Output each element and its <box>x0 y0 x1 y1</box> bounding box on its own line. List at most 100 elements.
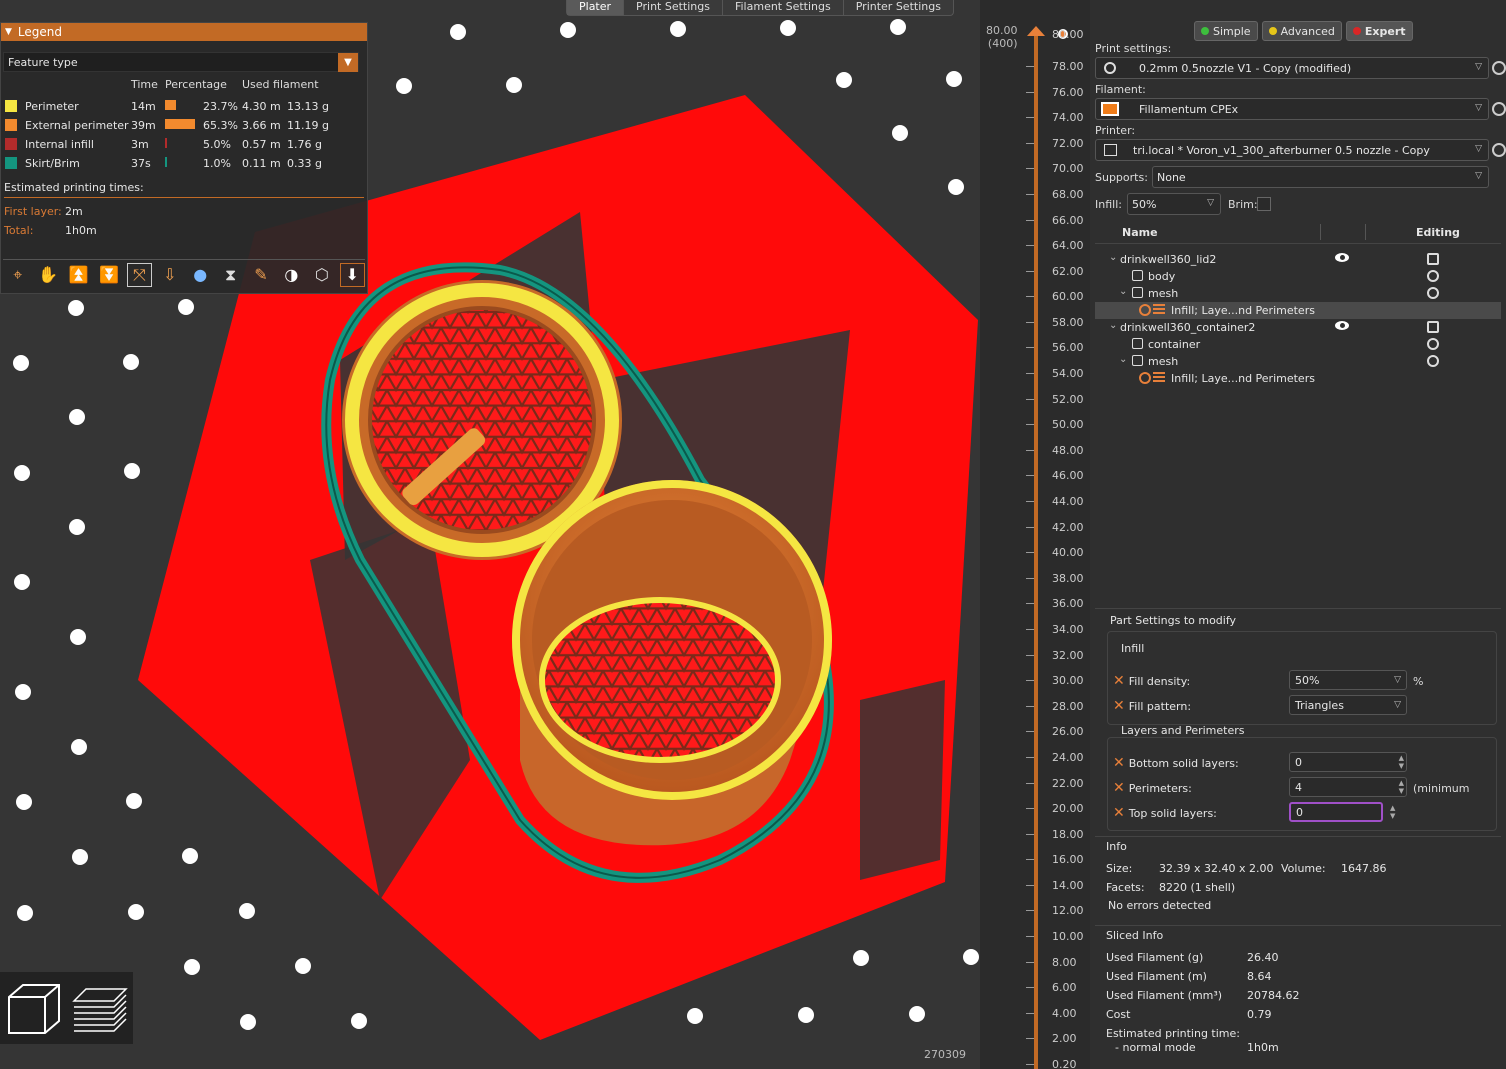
slider-tick <box>1026 193 1034 195</box>
spin-arrows-icon[interactable]: ▲ ▼ <box>1390 804 1395 820</box>
slider-tick-label: 14.00 <box>1052 878 1084 892</box>
spin-arrows-icon[interactable]: ▲ ▼ <box>1399 779 1404 795</box>
slider-tick-label: 2.00 <box>1052 1032 1077 1046</box>
chevron-down-icon[interactable]: ⌄ <box>1119 354 1127 365</box>
preview-layers-button[interactable] <box>69 976 130 1040</box>
tool-changes-icon[interactable]: ⇩ <box>157 263 182 287</box>
settings-row[interactable]: Infill; Laye...nd Perimeters <box>1095 370 1501 387</box>
print-settings-combo[interactable]: 0.2mm 0.5nozzle V1 - Copy (modified) ▽ <box>1095 57 1489 79</box>
tab-filament-settings[interactable]: Filament Settings <box>723 0 844 15</box>
filament-combo[interactable]: Fillamentum CPEx ▽ <box>1095 98 1489 120</box>
seams-icon[interactable]: ⤧ <box>126 262 153 287</box>
top-solid-input[interactable]: 0 <box>1289 802 1383 822</box>
chevron-down-icon[interactable]: ⌄ <box>1119 286 1127 297</box>
part-row-mesh[interactable]: ⌄ mesh <box>1095 353 1501 370</box>
legend-divider <box>4 197 364 198</box>
custom-gcode-icon[interactable]: ✎ <box>248 263 273 287</box>
layers-group-title: Layers and Perimeters <box>1121 724 1245 737</box>
slider-tick <box>1026 782 1034 784</box>
part-row-container[interactable]: container <box>1095 336 1501 353</box>
perimeters-input[interactable]: 4 ▲ ▼ <box>1289 777 1407 797</box>
slider-tick-label: 42.00 <box>1052 520 1084 534</box>
tab-plater[interactable]: Plater <box>567 0 625 15</box>
edit-object-icon[interactable] <box>1427 253 1439 265</box>
printer-edit-icon[interactable] <box>1492 143 1506 157</box>
tab-printer-settings[interactable]: Printer Settings <box>844 0 953 15</box>
slider-top-layer: (400) <box>987 37 1018 50</box>
layers-view-icon <box>71 988 128 1032</box>
remove-setting-icon[interactable]: ✕ <box>1113 805 1125 821</box>
legend-row[interactable]: Perimeter 14m 23.7% 4.30 m 13.13 g <box>1 98 367 116</box>
slider-tick <box>1026 987 1034 989</box>
edit-object-icon[interactable] <box>1427 321 1439 333</box>
infill-combo[interactable]: 50% ▽ <box>1127 193 1221 215</box>
tool-marker-icon[interactable]: ⬇ <box>339 262 365 287</box>
travel-icon[interactable]: ⌖ <box>5 263 30 287</box>
object-label: drinkwell360_lid2 <box>1120 253 1217 266</box>
print-settings-edit-icon[interactable] <box>1492 61 1506 75</box>
remove-setting-icon[interactable]: ✕ <box>1113 673 1125 689</box>
bottom-solid-input[interactable]: 0 ▲ ▼ <box>1289 752 1407 772</box>
chevron-down-icon[interactable]: ⌄ <box>1109 252 1117 263</box>
part-gear-icon[interactable] <box>1427 338 1439 350</box>
mode-buttons: Simple Advanced Expert <box>1194 21 1413 41</box>
layer-slider[interactable]: 80.00 (400) 80.00 78.00 76.00 74.00 72.00 70… <box>980 20 1090 1069</box>
view-type-select[interactable]: Feature type ▼ <box>3 52 359 72</box>
total-value: 1h0m <box>65 224 97 237</box>
estimated-times-label: Estimated printing times: <box>4 181 144 194</box>
legend-col-used-filament: Used filament <box>242 78 319 91</box>
object-row-lid[interactable]: ⌄ drinkwell360_lid2 <box>1095 251 1501 268</box>
app-window: Plater Print Settings Filament Settings … <box>0 0 1506 1069</box>
slider-tick-label: 8.00 <box>1052 955 1077 969</box>
col-divider <box>1365 224 1366 240</box>
fill-density-combo[interactable]: 50% ▽ <box>1289 670 1407 690</box>
dropdown-arrow-icon[interactable]: ▼ <box>338 53 358 72</box>
remove-setting-icon[interactable]: ✕ <box>1113 698 1125 714</box>
info-section: Info Size: 32.39 x 32.40 x 2.00 Volume: … <box>1095 836 1501 926</box>
tab-print-settings[interactable]: Print Settings <box>624 0 723 15</box>
mode-advanced-button[interactable]: Advanced <box>1261 21 1342 41</box>
part-label: container <box>1148 338 1201 351</box>
slider-upper-thumb[interactable] <box>1027 26 1045 36</box>
slider-tick-label: 62.00 <box>1052 264 1084 278</box>
mode-expert-button[interactable]: Expert <box>1345 21 1413 41</box>
supports-combo[interactable]: None ▽ <box>1152 166 1489 188</box>
3d-view-button[interactable] <box>4 976 65 1040</box>
remove-setting-icon[interactable]: ✕ <box>1113 755 1125 771</box>
legend-row[interactable]: External perimeter 39m 65.3% 3.66 m 11.19 g <box>1 117 367 135</box>
color-changes-icon[interactable]: ● <box>187 263 212 287</box>
settings-row-selected[interactable]: Infill; Laye...nd Perimeters <box>1095 302 1501 319</box>
spin-arrows-icon[interactable]: ▲ ▼ <box>1399 754 1404 770</box>
eye-icon[interactable] <box>1335 321 1349 330</box>
shells-icon[interactable]: ⬡ <box>309 263 334 287</box>
part-gear-icon[interactable] <box>1427 287 1439 299</box>
legend-row[interactable]: Internal infill 3m 5.0% 0.57 m 1.76 g <box>1 136 367 154</box>
legend-row[interactable]: Skirt/Brim 37s 1.0% 0.11 m 0.33 g <box>1 155 367 173</box>
pause-prints-icon[interactable]: ⧗ <box>218 263 243 287</box>
part-label: body <box>1148 270 1176 283</box>
fill-pattern-combo[interactable]: Triangles ▽ <box>1289 695 1407 715</box>
slider-tick-label: 74.00 <box>1052 111 1084 125</box>
part-gear-icon[interactable] <box>1427 355 1439 367</box>
collapse-triangle-icon[interactable]: ▼ <box>5 27 12 37</box>
deretractions-icon[interactable]: ⏬ <box>96 263 121 287</box>
retractions-icon[interactable]: ⏫ <box>66 263 91 287</box>
part-row-mesh[interactable]: ⌄ mesh <box>1095 285 1501 302</box>
chevron-down-icon[interactable]: ⌄ <box>1109 320 1117 331</box>
remove-setting-icon[interactable]: ✕ <box>1113 780 1125 796</box>
eye-icon[interactable] <box>1335 253 1349 262</box>
legend-swatch <box>5 138 17 150</box>
part-row-body[interactable]: body <box>1095 268 1501 285</box>
fill-density-unit: % <box>1413 675 1424 688</box>
center-of-gravity-icon[interactable]: ◑ <box>279 263 304 287</box>
filament-edit-icon[interactable] <box>1492 102 1506 116</box>
part-gear-icon[interactable] <box>1427 270 1439 282</box>
brim-checkbox[interactable] <box>1257 197 1271 211</box>
part-cube-icon <box>1132 270 1143 281</box>
legend-header[interactable]: ▼ Legend <box>1 23 367 41</box>
object-row-container[interactable]: ⌄ drinkwell360_container2 <box>1095 319 1501 336</box>
mode-simple-button[interactable]: Simple <box>1194 21 1258 41</box>
wipe-icon[interactable]: ✋ <box>35 263 60 287</box>
printer-combo[interactable]: tri.local * Voron_v1_300_afterburner 0.5… <box>1095 139 1489 161</box>
slider-track[interactable] <box>1034 30 1038 1069</box>
